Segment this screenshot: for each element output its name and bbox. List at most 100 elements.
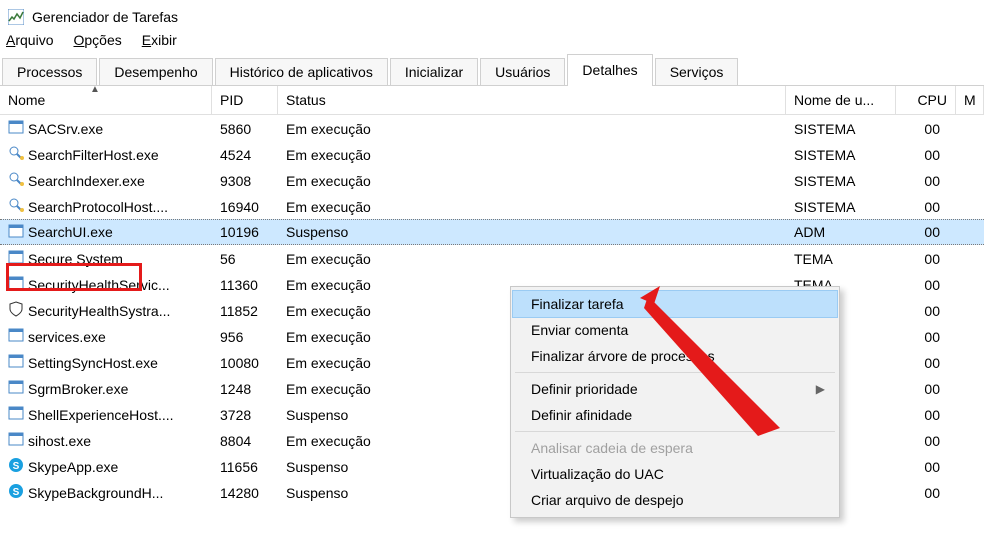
cell-user: ADM bbox=[786, 222, 896, 242]
cell-pid: 9308 bbox=[212, 171, 278, 191]
cell-pid: 3728 bbox=[212, 405, 278, 425]
table-row[interactable]: SACSrv.exe5860Em execuçãoSISTEMA00 bbox=[0, 115, 984, 141]
window-title: Gerenciador de Tarefas bbox=[32, 9, 178, 25]
cell-status: Suspenso bbox=[278, 222, 786, 242]
menu-view[interactable]: Exibir bbox=[142, 32, 177, 48]
svg-text:S: S bbox=[13, 487, 20, 498]
cell-name: services.exe bbox=[0, 325, 212, 348]
process-icon bbox=[8, 171, 24, 190]
cm-set-affinity[interactable]: Definir afinidade bbox=[513, 402, 837, 428]
cell-cpu: 00 bbox=[896, 249, 956, 269]
cell-cpu: 00 bbox=[896, 431, 956, 451]
tab-app-history[interactable]: Histórico de aplicativos bbox=[215, 58, 388, 85]
col-pid[interactable]: PID bbox=[212, 86, 278, 114]
column-headers: Nome ▲ PID Status Nome de u... CPU M bbox=[0, 86, 984, 115]
cell-name: SecurityHealthSystra... bbox=[0, 299, 212, 322]
process-icon bbox=[8, 145, 24, 164]
cell-name: SearchIndexer.exe bbox=[0, 169, 212, 192]
table-row[interactable]: SearchUI.exe10196SuspensoADM00 bbox=[0, 219, 984, 245]
process-name: ShellExperienceHost.... bbox=[28, 407, 174, 423]
process-icon bbox=[8, 431, 24, 450]
cell-name: SecurityHealthServic... bbox=[0, 273, 212, 296]
cell-cpu: 00 bbox=[896, 197, 956, 217]
process-icon: S bbox=[8, 483, 24, 502]
cell-pid: 11852 bbox=[212, 301, 278, 321]
process-icon bbox=[8, 301, 24, 320]
cell-cpu: 00 bbox=[896, 301, 956, 321]
cm-end-task[interactable]: Finalizar tarefa bbox=[513, 291, 837, 317]
cell-cpu: 00 bbox=[896, 483, 956, 503]
cell-name: SearchFilterHost.exe bbox=[0, 143, 212, 166]
process-name: Secure System bbox=[28, 251, 123, 267]
cell-user: SISTEMA bbox=[786, 145, 896, 165]
sort-indicator-icon: ▲ bbox=[90, 86, 100, 95]
cm-analyze-wait: Analisar cadeia de espera bbox=[513, 435, 837, 461]
cell-cpu: 00 bbox=[896, 405, 956, 425]
process-name: SearchFilterHost.exe bbox=[28, 147, 159, 163]
tab-performance[interactable]: Desempenho bbox=[99, 58, 212, 85]
cell-status: Em execução bbox=[278, 249, 786, 269]
cell-pid: 10196 bbox=[212, 222, 278, 242]
cell-status: Em execução bbox=[278, 119, 786, 139]
cell-cpu: 00 bbox=[896, 457, 956, 477]
cell-cpu: 00 bbox=[896, 275, 956, 295]
col-name[interactable]: Nome ▲ bbox=[0, 86, 212, 114]
process-icon bbox=[8, 223, 24, 242]
cell-name: SearchUI.exe bbox=[0, 221, 212, 244]
cell-cpu: 00 bbox=[896, 171, 956, 191]
process-icon bbox=[8, 405, 24, 424]
chevron-right-icon: ▶ bbox=[816, 382, 825, 396]
col-user[interactable]: Nome de u... bbox=[786, 86, 896, 114]
process-icon bbox=[8, 249, 24, 268]
process-icon bbox=[8, 197, 24, 216]
cell-user: SISTEMA bbox=[786, 171, 896, 191]
menubar: Arquivo Opções Exibir bbox=[0, 32, 984, 54]
cell-pid: 10080 bbox=[212, 353, 278, 373]
task-manager-icon bbox=[8, 9, 24, 25]
cell-pid: 11360 bbox=[212, 275, 278, 295]
cell-cpu: 00 bbox=[896, 353, 956, 373]
cell-name: SACSrv.exe bbox=[0, 117, 212, 140]
cm-set-priority[interactable]: Definir prioridade ▶ bbox=[513, 376, 837, 402]
col-name-label: Nome bbox=[8, 92, 45, 108]
cm-separator bbox=[515, 372, 835, 373]
cell-pid: 4524 bbox=[212, 145, 278, 165]
cm-dump[interactable]: Criar arquivo de despejo bbox=[513, 487, 837, 513]
cell-user: SISTEMA bbox=[786, 197, 896, 217]
process-icon bbox=[8, 379, 24, 398]
tab-users[interactable]: Usuários bbox=[480, 58, 565, 85]
process-name: SecurityHealthSystra... bbox=[28, 303, 170, 319]
process-name: SecurityHealthServic... bbox=[28, 277, 170, 293]
process-name: SearchProtocolHost.... bbox=[28, 199, 168, 215]
menu-options[interactable]: Opções bbox=[73, 32, 121, 48]
cell-status: Em execução bbox=[278, 145, 786, 165]
tabs: Processos Desempenho Histórico de aplica… bbox=[0, 54, 984, 86]
svg-text:S: S bbox=[13, 461, 20, 472]
cm-end-tree[interactable]: Finalizar árvore de processos bbox=[513, 343, 837, 369]
tab-processes[interactable]: Processos bbox=[2, 58, 97, 85]
cell-cpu: 00 bbox=[896, 379, 956, 399]
process-icon bbox=[8, 119, 24, 138]
process-name: SettingSyncHost.exe bbox=[28, 355, 158, 371]
process-icon bbox=[8, 353, 24, 372]
cm-send-feedback[interactable]: Enviar comenta bbox=[513, 317, 837, 343]
col-memory[interactable]: M bbox=[956, 86, 984, 114]
cell-name: SearchProtocolHost.... bbox=[0, 195, 212, 218]
cell-user: TEMA bbox=[786, 249, 896, 269]
cell-pid: 56 bbox=[212, 249, 278, 269]
cm-uac-virt[interactable]: Virtualização do UAC bbox=[513, 461, 837, 487]
process-name: SgrmBroker.exe bbox=[28, 381, 128, 397]
cm-set-priority-label: Definir prioridade bbox=[531, 381, 638, 397]
menu-file[interactable]: Arquivo bbox=[6, 32, 53, 48]
col-cpu[interactable]: CPU bbox=[896, 86, 956, 114]
table-row[interactable]: Secure System 56Em execuçãoTEMA00 bbox=[0, 245, 984, 271]
tab-details[interactable]: Detalhes bbox=[567, 54, 652, 86]
process-name: services.exe bbox=[28, 329, 106, 345]
table-row[interactable]: SearchIndexer.exe9308Em execuçãoSISTEMA0… bbox=[0, 167, 984, 193]
table-row[interactable]: SearchProtocolHost....16940Em execuçãoSI… bbox=[0, 193, 984, 219]
tab-startup[interactable]: Inicializar bbox=[390, 58, 478, 85]
process-icon: S bbox=[8, 457, 24, 476]
tab-services[interactable]: Serviços bbox=[655, 58, 739, 85]
table-row[interactable]: SearchFilterHost.exe 4524Em execuçãoSISTE… bbox=[0, 141, 984, 167]
col-status[interactable]: Status bbox=[278, 86, 786, 114]
